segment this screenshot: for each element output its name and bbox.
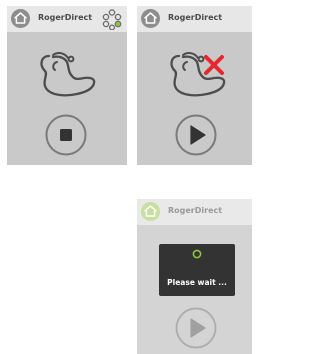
home-icon [14, 12, 27, 24]
play-icon [190, 318, 206, 338]
app-title: RogerDirect [38, 13, 93, 22]
home-icon [144, 12, 157, 24]
app-header: RogerDirect [137, 199, 252, 225]
red-x-icon [204, 55, 224, 75]
app-title: RogerDirect [168, 206, 223, 215]
play-icon [190, 125, 206, 145]
loading-message: Please wait ... [167, 278, 227, 287]
stop-button[interactable] [45, 114, 87, 156]
home-button [141, 202, 160, 221]
home-icon [144, 205, 157, 217]
dots-menu-icon[interactable] [101, 8, 123, 30]
home-button[interactable] [141, 9, 160, 28]
spinner-icon [192, 249, 202, 259]
play-button[interactable] [175, 114, 217, 156]
loading-toast: Please wait ... [159, 244, 235, 296]
app-header: RogerDirect [137, 6, 252, 32]
screen-connected: RogerDirect [7, 6, 127, 165]
screen-connecting: RogerDirect Please wait ... [137, 199, 252, 354]
screen-disconnected: RogerDirect [137, 6, 252, 165]
app-title: RogerDirect [168, 13, 223, 22]
stop-icon [60, 129, 72, 141]
app-header: RogerDirect [7, 6, 127, 32]
hearing-aid-icon [40, 51, 96, 97]
play-button [175, 307, 217, 349]
home-button[interactable] [11, 9, 30, 28]
